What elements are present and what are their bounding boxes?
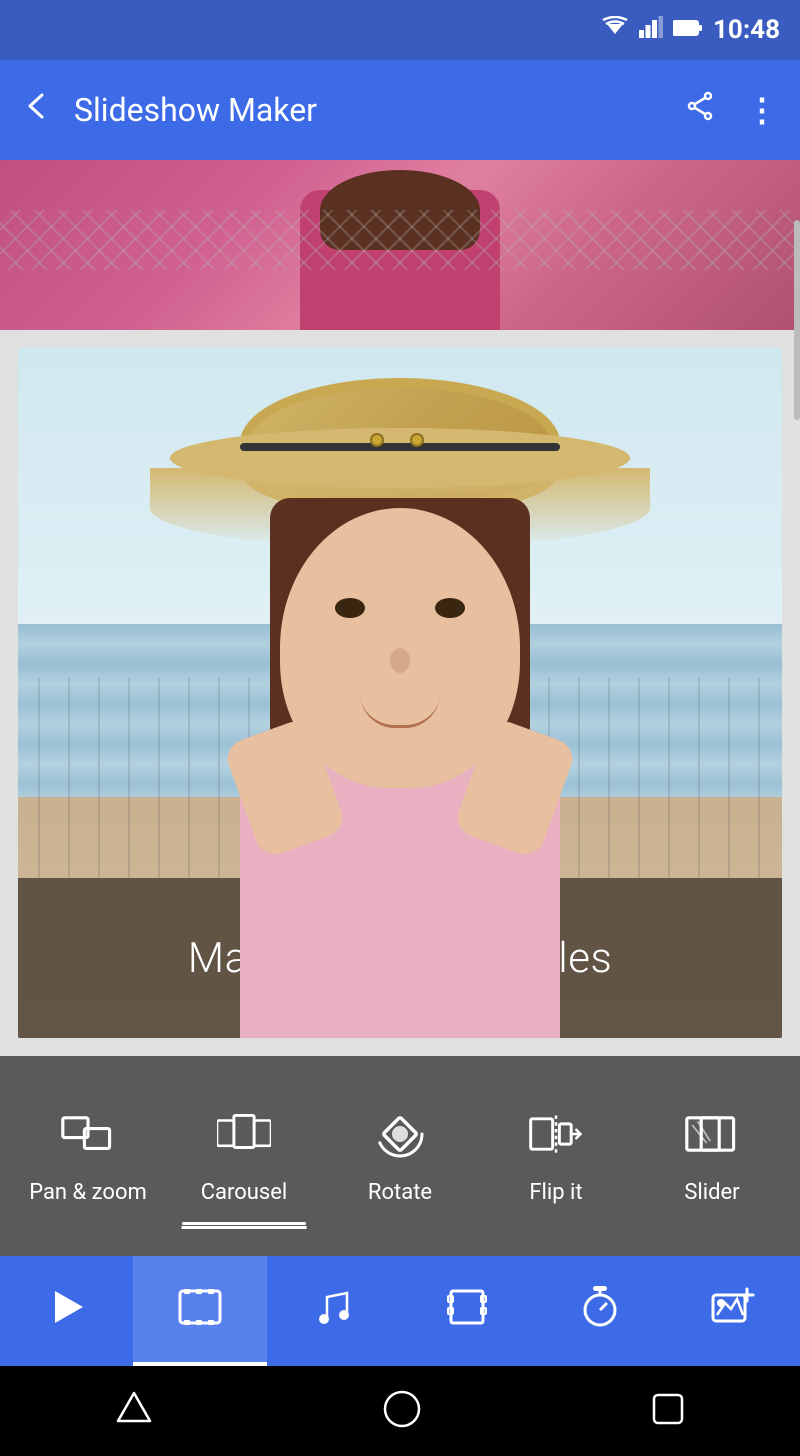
anim-item-slider[interactable]: Slider [634,1097,790,1215]
animation-toolbar: Pan & zoom Carousel Rota [0,1056,800,1256]
nav-back-button[interactable] [112,1387,156,1435]
nav-home-button[interactable] [380,1387,424,1435]
hat-band [240,443,560,451]
status-time: 10:48 [713,15,780,45]
scrollbar[interactable] [792,160,800,1060]
tab-music[interactable] [267,1256,400,1366]
photo-display: Many animation styles [18,348,782,1038]
app-bar-actions: ⋮ [684,90,780,130]
wifi-icon [601,16,629,44]
status-bar: 10:48 [0,0,800,60]
main-photo-card: Many animation styles [18,348,782,1038]
app-title: Slideshow Maker [74,91,664,129]
anim-label-pan-zoom: Pan & zoom [29,1180,147,1205]
tab-video[interactable] [133,1256,266,1366]
carousel-icon [217,1107,271,1168]
tab-timer[interactable] [533,1256,666,1366]
hat-decoration-2 [410,433,424,447]
video-icon [178,1287,222,1336]
bottom-tab-bar [0,1256,800,1366]
scrollbar-thumb[interactable] [794,220,800,420]
slider-icon [685,1107,739,1168]
anim-item-pan-zoom[interactable]: Pan & zoom [10,1097,166,1215]
add-photo-icon [711,1287,755,1336]
nav-recent-button[interactable] [648,1389,688,1433]
anim-item-flip[interactable]: Flip it [478,1097,634,1215]
navigation-bar [0,1366,800,1456]
share-button[interactable] [684,90,716,130]
trim-icon [447,1287,487,1336]
tab-trim[interactable] [400,1256,533,1366]
back-button[interactable] [20,89,54,132]
hat-decoration-1 [370,433,384,447]
tab-add-photo[interactable] [667,1256,800,1366]
pan-zoom-icon [61,1107,115,1168]
anim-label-rotate: Rotate [368,1180,432,1205]
anim-label-slider: Slider [684,1180,739,1205]
music-icon [315,1287,351,1336]
battery-icon [673,19,703,41]
anim-item-carousel[interactable]: Carousel [166,1097,322,1215]
tab-play[interactable] [0,1256,133,1366]
anim-label-carousel: Carousel [201,1180,288,1205]
active-indicator [182,1222,307,1225]
anim-item-rotate[interactable]: Rotate [322,1097,478,1215]
top-image-preview [0,160,800,330]
timer-icon [581,1286,619,1337]
flip-icon [529,1107,583,1168]
app-bar: Slideshow Maker ⋮ [0,60,800,160]
signal-icon [639,16,663,44]
status-icons: 10:48 [601,15,780,45]
play-icon [47,1287,87,1336]
rotate-icon [373,1107,427,1168]
more-button[interactable]: ⋮ [746,91,780,129]
anim-label-flip: Flip it [529,1180,582,1205]
